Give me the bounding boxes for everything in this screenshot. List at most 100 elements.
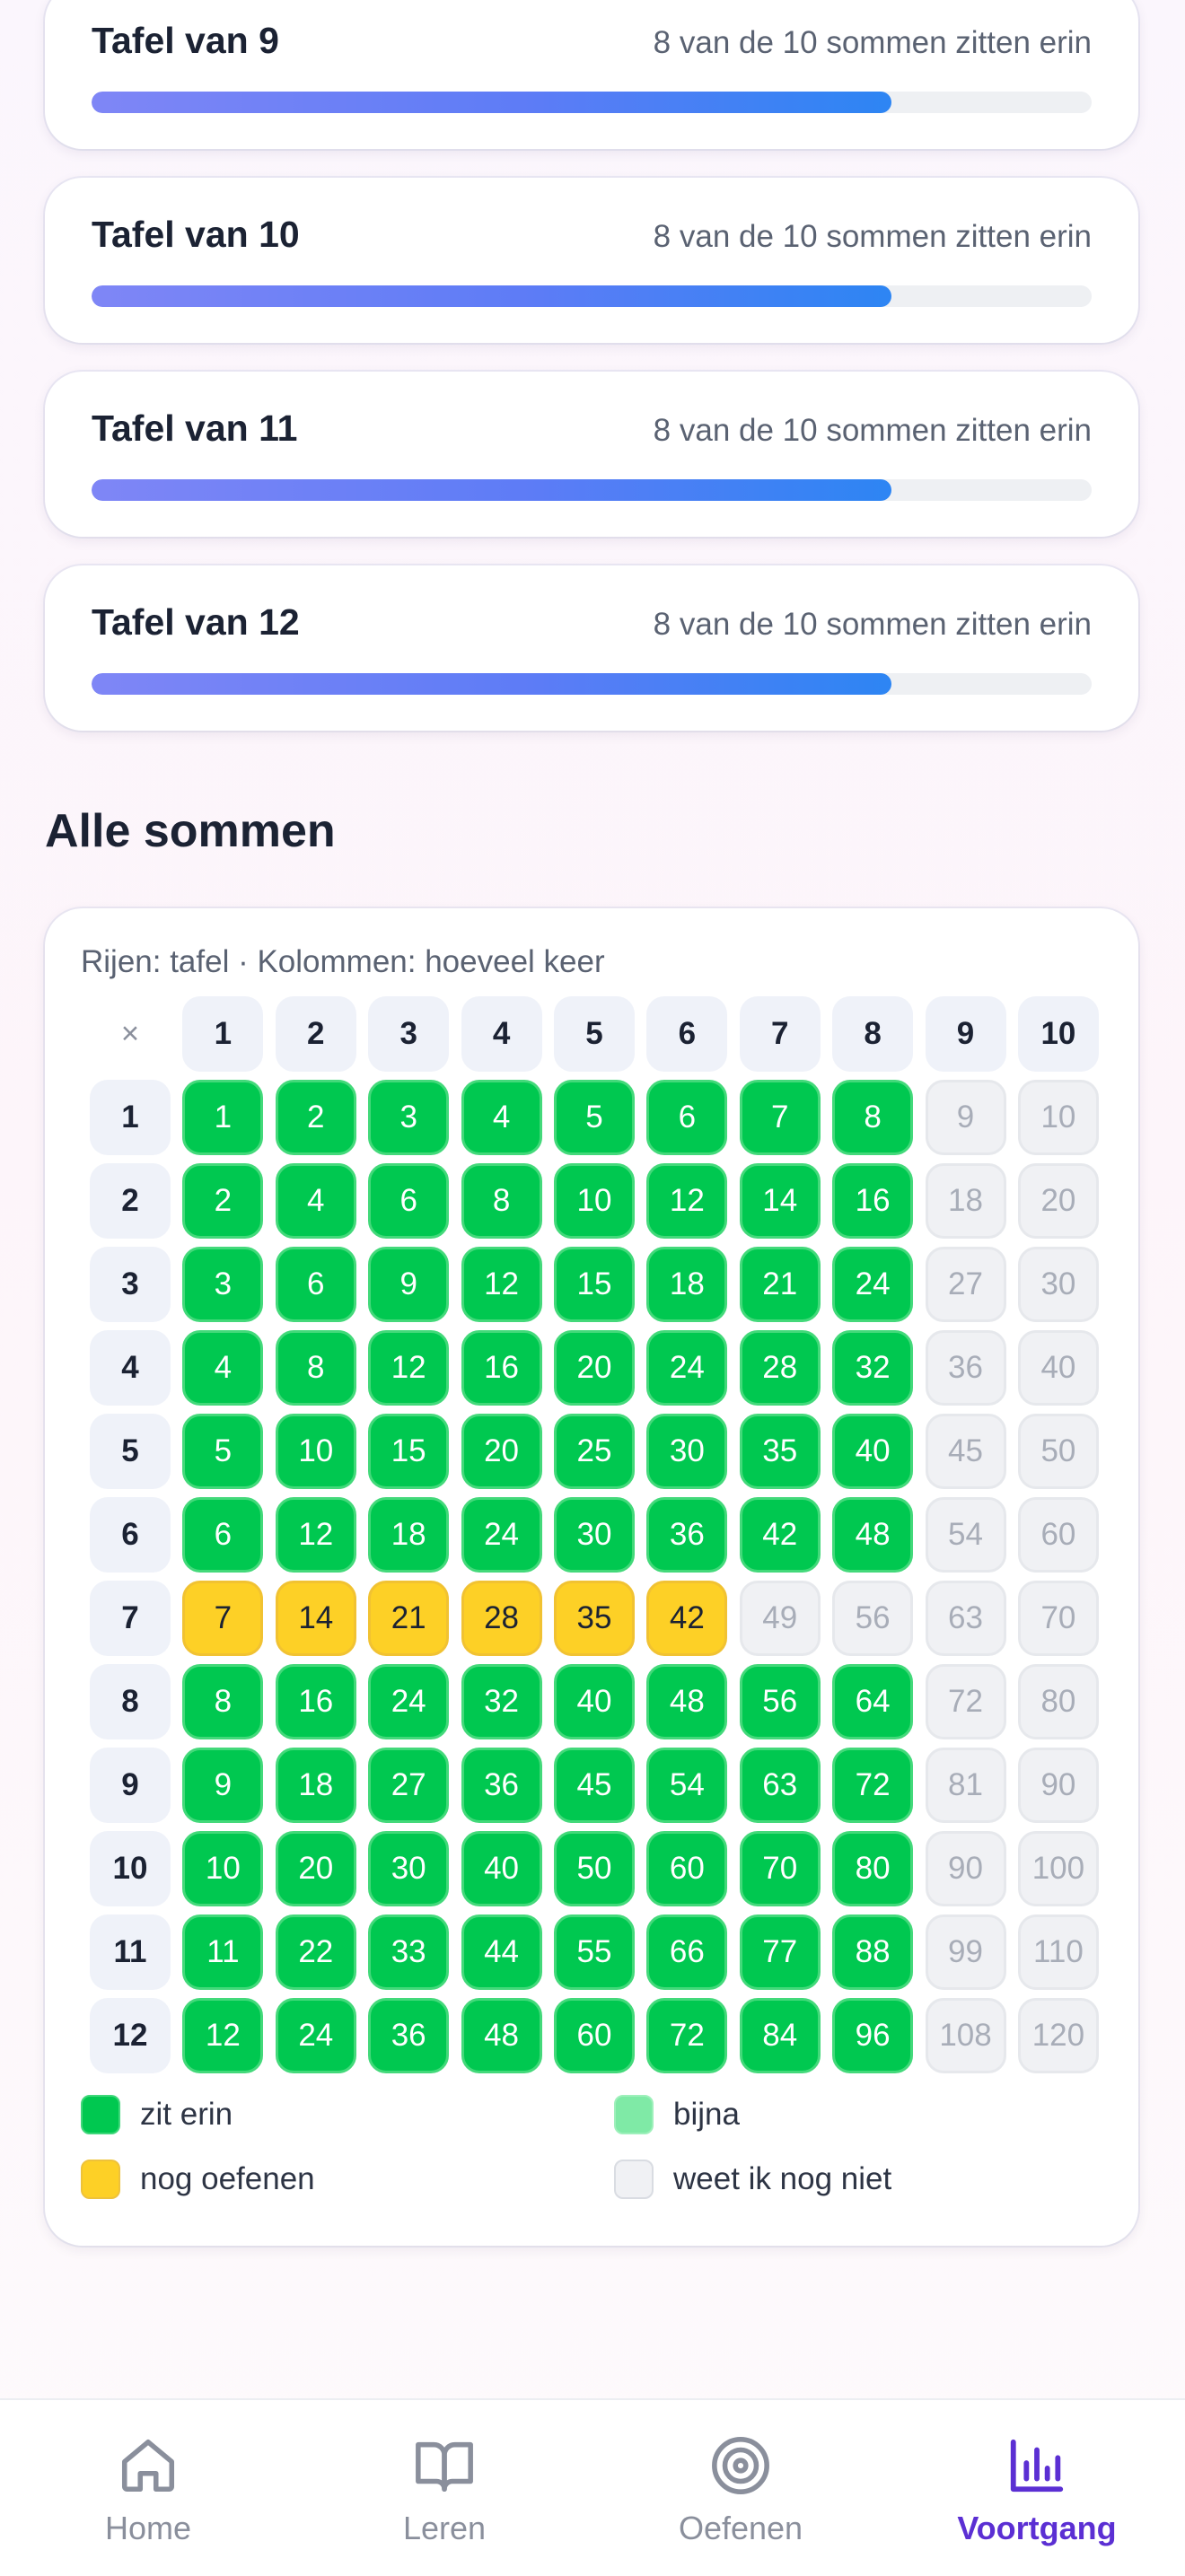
grid-cell-known[interactable]: 80 [832,1831,914,1906]
table-card-9[interactable]: Tafel van 9 8 van de 10 sommen zitten er… [45,0,1138,149]
grid-cell-known[interactable]: 3 [182,1247,264,1322]
grid-cell-unknown[interactable]: 49 [739,1581,821,1656]
grid-cell-known[interactable]: 66 [646,1914,728,1990]
grid-cell-known[interactable]: 48 [646,1664,728,1739]
grid-cell-known[interactable]: 56 [739,1664,821,1739]
grid-cell-known[interactable]: 44 [461,1914,542,1990]
grid-cell-known[interactable]: 40 [461,1831,542,1906]
grid-cell-known[interactable]: 88 [832,1914,914,1990]
grid-cell-unknown[interactable]: 90 [925,1831,1006,1906]
grid-cell-known[interactable]: 30 [368,1831,450,1906]
grid-cell-known[interactable]: 1 [182,1080,264,1155]
grid-cell-known[interactable]: 16 [832,1163,914,1239]
grid-cell-known[interactable]: 10 [553,1163,635,1239]
tab-home[interactable]: Home [0,2400,296,2576]
grid-cell-unknown[interactable]: 100 [1017,1831,1099,1906]
tab-progress[interactable]: Voortgang [889,2400,1185,2576]
grid-cell-known[interactable]: 24 [275,1998,356,2073]
table-card-12[interactable]: Tafel van 12 8 van de 10 sommen zitten e… [45,565,1138,731]
grid-cell-known[interactable]: 12 [646,1163,728,1239]
grid-cell-known[interactable]: 11 [182,1914,264,1990]
grid-cell-known[interactable]: 35 [739,1414,821,1489]
grid-cell-known[interactable]: 32 [832,1330,914,1406]
grid-cell-unknown[interactable]: 80 [1017,1664,1099,1739]
grid-cell-known[interactable]: 48 [832,1497,914,1573]
grid-cell-known[interactable]: 77 [739,1914,821,1990]
grid-cell-practice[interactable]: 28 [461,1581,542,1656]
grid-cell-unknown[interactable]: 120 [1017,1998,1099,2073]
grid-cell-known[interactable]: 8 [461,1163,542,1239]
grid-cell-known[interactable]: 5 [182,1414,264,1489]
grid-cell-known[interactable]: 18 [646,1247,728,1322]
grid-cell-unknown[interactable]: 50 [1017,1414,1099,1489]
grid-cell-known[interactable]: 36 [461,1748,542,1823]
grid-cell-known[interactable]: 42 [739,1497,821,1573]
grid-cell-known[interactable]: 6 [646,1080,728,1155]
grid-cell-known[interactable]: 40 [832,1414,914,1489]
grid-cell-unknown[interactable]: 56 [832,1581,914,1656]
grid-cell-unknown[interactable]: 10 [1017,1080,1099,1155]
grid-cell-known[interactable]: 20 [461,1414,542,1489]
grid-cell-known[interactable]: 30 [646,1414,728,1489]
grid-cell-known[interactable]: 10 [182,1831,264,1906]
grid-cell-unknown[interactable]: 110 [1017,1914,1099,1990]
grid-cell-unknown[interactable]: 40 [1017,1330,1099,1406]
grid-cell-known[interactable]: 24 [646,1330,728,1406]
grid-cell-known[interactable]: 64 [832,1664,914,1739]
grid-cell-known[interactable]: 27 [368,1748,450,1823]
grid-cell-known[interactable]: 24 [461,1497,542,1573]
grid-cell-known[interactable]: 12 [461,1247,542,1322]
grid-cell-known[interactable]: 45 [553,1748,635,1823]
grid-cell-unknown[interactable]: 36 [925,1330,1006,1406]
grid-cell-practice[interactable]: 35 [553,1581,635,1656]
grid-cell-unknown[interactable]: 60 [1017,1497,1099,1573]
grid-cell-known[interactable]: 8 [275,1330,356,1406]
grid-cell-known[interactable]: 9 [368,1247,450,1322]
grid-cell-unknown[interactable]: 27 [925,1247,1006,1322]
grid-cell-known[interactable]: 32 [461,1664,542,1739]
grid-cell-known[interactable]: 72 [832,1748,914,1823]
grid-cell-known[interactable]: 7 [739,1080,821,1155]
grid-cell-known[interactable]: 28 [739,1330,821,1406]
grid-cell-practice[interactable]: 14 [275,1581,356,1656]
grid-cell-unknown[interactable]: 18 [925,1163,1006,1239]
grid-cell-unknown[interactable]: 45 [925,1414,1006,1489]
grid-cell-known[interactable]: 55 [553,1914,635,1990]
grid-cell-known[interactable]: 18 [275,1748,356,1823]
grid-cell-known[interactable]: 70 [739,1831,821,1906]
grid-cell-known[interactable]: 24 [832,1247,914,1322]
grid-cell-known[interactable]: 15 [368,1414,450,1489]
grid-cell-unknown[interactable]: 81 [925,1748,1006,1823]
grid-cell-known[interactable]: 54 [646,1748,728,1823]
grid-cell-known[interactable]: 36 [368,1998,450,2073]
grid-cell-known[interactable]: 40 [553,1664,635,1739]
grid-cell-known[interactable]: 6 [182,1497,264,1573]
grid-cell-known[interactable]: 25 [553,1414,635,1489]
grid-cell-known[interactable]: 60 [646,1831,728,1906]
grid-cell-known[interactable]: 5 [553,1080,635,1155]
grid-cell-known[interactable]: 12 [275,1497,356,1573]
grid-cell-known[interactable]: 12 [368,1330,450,1406]
grid-cell-known[interactable]: 24 [368,1664,450,1739]
grid-cell-practice[interactable]: 42 [646,1581,728,1656]
grid-cell-known[interactable]: 15 [553,1247,635,1322]
grid-cell-unknown[interactable]: 9 [925,1080,1006,1155]
grid-cell-known[interactable]: 21 [739,1247,821,1322]
grid-cell-known[interactable]: 50 [553,1831,635,1906]
grid-cell-known[interactable]: 9 [182,1748,264,1823]
grid-cell-unknown[interactable]: 72 [925,1664,1006,1739]
grid-cell-unknown[interactable]: 70 [1017,1581,1099,1656]
grid-cell-known[interactable]: 84 [739,1998,821,2073]
grid-cell-known[interactable]: 14 [739,1163,821,1239]
grid-cell-known[interactable]: 30 [553,1497,635,1573]
grid-cell-unknown[interactable]: 30 [1017,1247,1099,1322]
grid-cell-unknown[interactable]: 90 [1017,1748,1099,1823]
grid-cell-known[interactable]: 33 [368,1914,450,1990]
tab-learn[interactable]: Leren [296,2400,592,2576]
table-card-10[interactable]: Tafel van 10 8 van de 10 sommen zitten e… [45,178,1138,343]
grid-cell-known[interactable]: 3 [368,1080,450,1155]
grid-cell-known[interactable]: 4 [182,1330,264,1406]
grid-cell-known[interactable]: 48 [461,1998,542,2073]
grid-cell-known[interactable]: 12 [182,1998,264,2073]
grid-cell-known[interactable]: 16 [275,1664,356,1739]
